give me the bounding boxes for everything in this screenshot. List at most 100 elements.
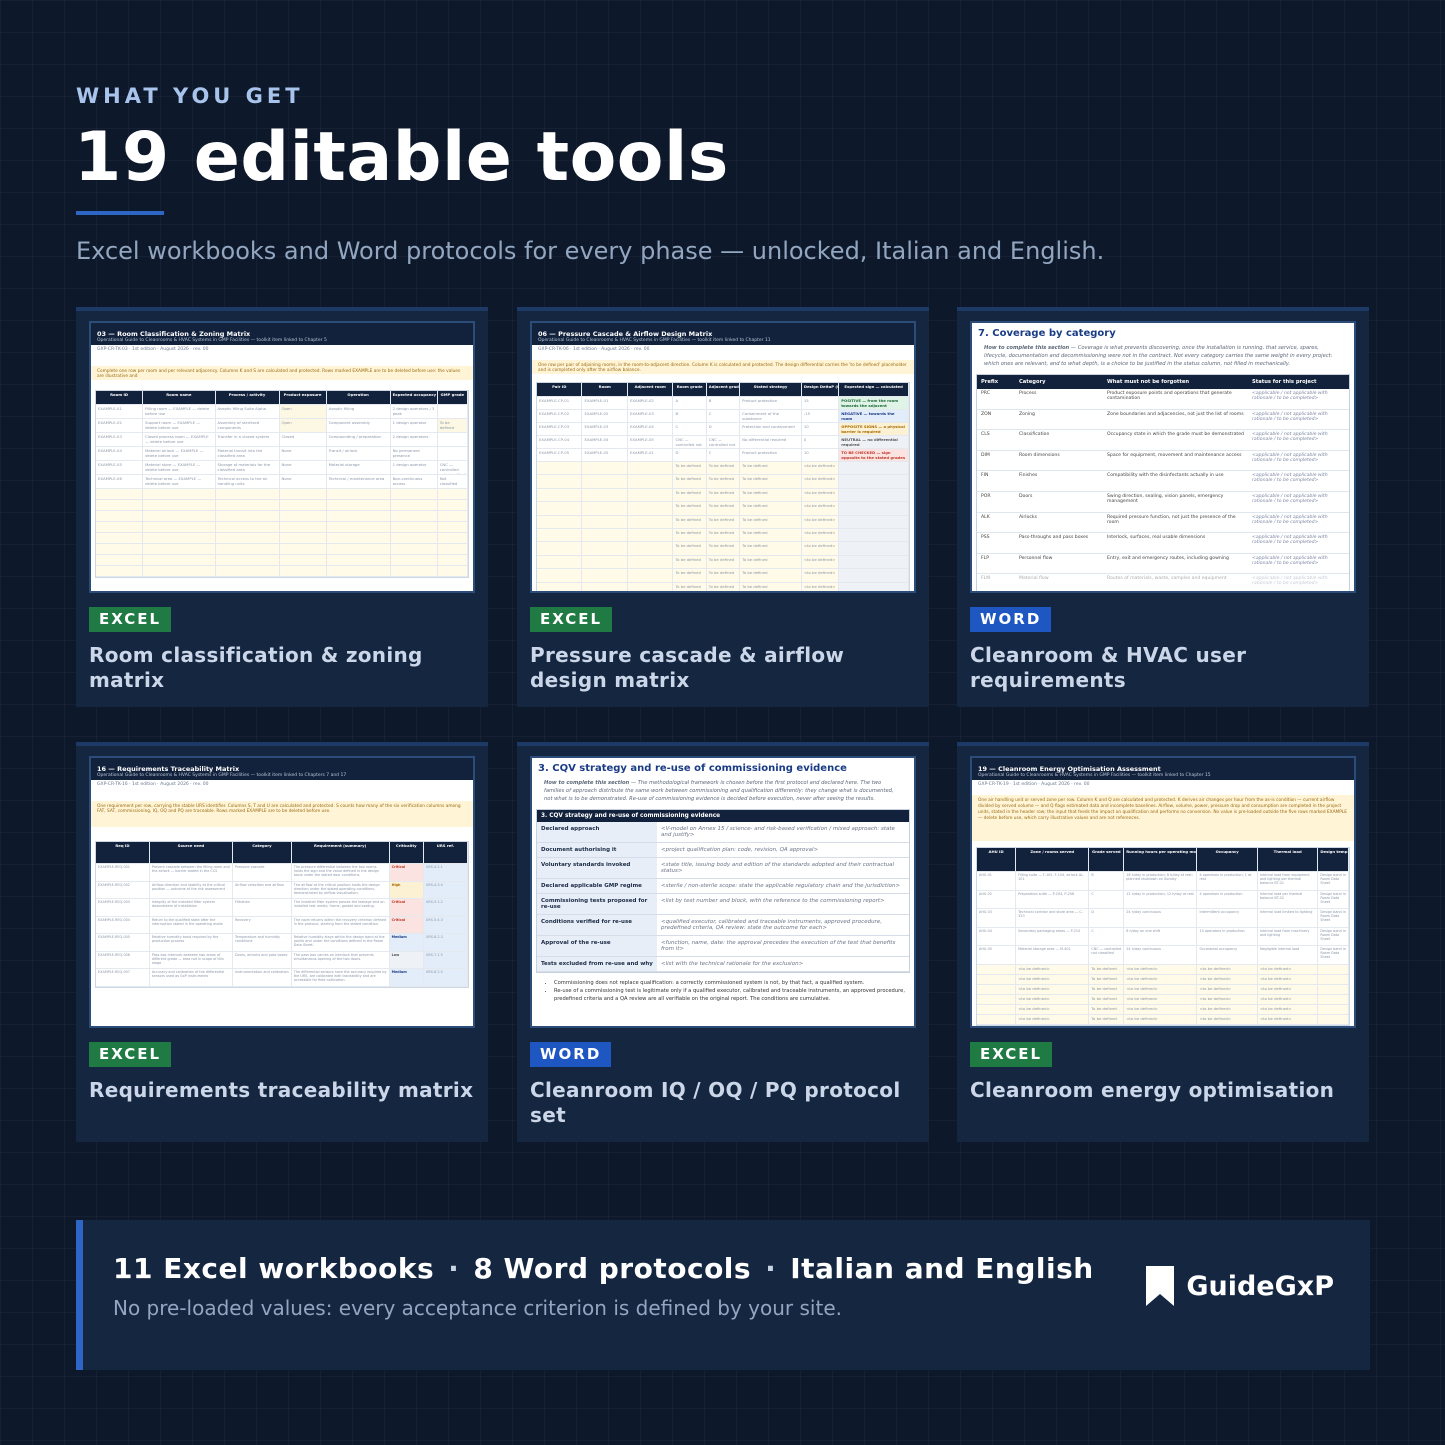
brand-logo[interactable]: GuideGxP [1146,1266,1334,1306]
preview-cell: To be defined [1089,994,1125,1004]
preview-cell: To be defined [673,502,707,515]
preview-cell: The differential sensors have the accura… [292,969,390,986]
preview-table-row: POR Doors Swing direction, sealing, vision… [977,492,1349,513]
preview-cell [96,533,144,543]
preview-cell: The airflow at the critical position hol… [292,881,390,898]
preview-cell: EXAMPLE-REQ-006 [96,951,150,968]
preview-empty-row: <to be defined> To be defined <to be defin… [977,1004,1349,1015]
preview-cell: EXAMPLE-REQ-007 [96,969,150,986]
tool-card-iq-oq-pq[interactable]: 3. CQV strategy and re-use of commission… [517,742,929,1142]
preview-cell: The pass box carries an interlock that p… [292,951,390,968]
preview-cell: To be defined [437,419,468,432]
preview-cell: 16 h/day in production; 8 h/day at rest;… [1124,872,1198,890]
preview-cell: 15 [802,397,840,409]
preview-table-row: AHU-01 Filling suite — F-102, F-104, airl… [977,872,1349,891]
preview-cell [582,569,628,582]
preview-cell: CNC — controlled not classified [673,436,707,448]
preview-cell: URS-5.4.3 [423,916,468,933]
preview-cell: Material transit into the classified are… [216,447,280,460]
preview-cell: ZON [981,411,992,417]
tool-card-user-requirements[interactable]: 7. Coverage by category How to complete … [957,307,1369,707]
preview-cell: Airlocks [1019,514,1037,520]
preview-cell: Closed process room — EXAMPLE — delete b… [143,433,216,446]
preview-cell [96,500,144,510]
preview-cell: Required pressure function, not just the… [1107,514,1236,525]
preview-table-row: EXAMPLE-04 Material airlock — EXAMPLE — d… [96,447,468,461]
preview-cell: To be defined [706,488,741,502]
tool-card-pressure-cascade[interactable]: 06 — Pressure Cascade & Airflow Design M… [517,307,929,707]
word-badge: WORD [970,607,1052,632]
preview-cell: 24 h/day continuous [1124,909,1198,927]
preview-cell: AHU-03 [977,909,1017,927]
preview-cell [279,533,327,543]
preview-table-row: EXAMPLE-02 Support room — EXAMPLE — delet… [96,419,468,433]
preview-col: Expected occupancy [391,391,438,404]
preview-cell [627,462,674,475]
preview-cell [390,544,438,554]
preview-cell: <to be defined> [1016,964,1090,974]
preview-cell: URS-4.2.1 [423,864,468,881]
preview-cell [627,475,674,488]
preview-cell: Intermittent occupancy [1197,909,1258,927]
preview-empty-row: To be defined To be defined To be defined <… [537,502,909,516]
preview-table-row: FIN Finishes Compatibility with the disinf… [977,471,1349,492]
preview-cell: Product protection [740,397,802,409]
preview-cell: EXAMPLE-03 [582,423,628,435]
preview-cell: Integrity of the installed filter system… [150,899,234,916]
preview-heading: 7. Coverage by category [978,328,1116,339]
preview-cell: To be defined [706,475,741,488]
preview-table-row: AHU-05 Material storage area — M-401 CNC —… [977,946,1349,965]
preview-cell: Open [279,405,327,418]
preview-cell: Tests excluded from re-use and why [537,957,657,971]
preview-empty-row: To be defined To be defined To be defined <… [537,569,909,583]
preview-cell [390,555,438,565]
preview-cell: Material storage area — M-401 [1016,946,1090,964]
preview-cell [143,533,216,543]
preview-subheading: Operational Guide to Cleanrooms & HVAC S… [972,771,1354,780]
tool-card-energy-optimisation[interactable]: 19 — Cleanroom Energy Optimisation Asses… [957,742,1369,1142]
preview-cell [390,511,438,521]
preview-cell: <to be defined> [1016,974,1090,984]
languages: Italian and English [790,1252,1094,1285]
excel-count: 11 Excel workbooks [113,1252,435,1285]
preview-cell [1318,994,1349,1004]
preview-cell: EXAMPLE-CP-05 [537,449,583,461]
preview-cell: Negligible internal load [1258,946,1319,964]
separator: · [765,1252,777,1285]
preview-cell: Containment of the substance [740,410,802,422]
preview-empty-row: To be defined To be defined To be defined <… [537,542,909,556]
preview-cell: EXAMPLE-01 [628,449,674,461]
preview-table-row: EXAMPLE-CP-03 EXAMPLE-03 EXAMPLE-04 C D Prote… [537,423,909,436]
preview-cell [627,515,674,528]
preview-table-row: Declared applicable GMP regime <sterile /… [537,879,909,894]
tool-card-traceability[interactable]: 16 — Requirements Traceability Matrix Op… [76,742,488,1142]
preview-cell [537,475,583,488]
tool-card-room-classification[interactable]: 03 — Room Classification & Zoning Matrix… [76,307,488,707]
preview-col: Criticality [390,842,424,863]
preview-cell [537,462,583,475]
preview-cell: URS-6.2.3 [423,934,468,951]
preview-cell: Product protection [740,449,802,461]
word-count: 8 Word protocols [473,1252,752,1285]
preview-cell [537,528,583,542]
preview-col: Operation [327,391,391,404]
preview-cell: Commissioning tests proposed for re-use [537,894,657,914]
page-title: 19 editable tools [74,118,729,197]
preview-empty-row: To be defined To be defined To be defined <… [537,462,909,476]
preview-cell: To be defined [1089,1014,1125,1024]
preview-cell: <to be defined> [1016,1014,1090,1024]
preview-cell [143,522,216,532]
preview-intro-label: How to complete this section [544,780,630,786]
preview-cell: Occupancy state in which the grade must … [1107,432,1244,438]
preview-cell [143,566,216,576]
preview-col: GMP grade [438,391,468,404]
preview-cell: EXAMPLE-CP-02 [537,410,583,422]
preview-cell: Room dimensions [1019,452,1060,458]
preview-col: Room grade [673,383,707,396]
preview-cell: OPPOSITE SIGNS — a physical barrier is r… [839,423,909,435]
preview-cell: To be defined [740,582,802,591]
preview-cell: Technical access to the air handling uni… [216,475,280,488]
preview-cell: NEUTRAL — no differential required [839,436,909,448]
preview-table-row: Conditions verified for re-use <qualified… [537,915,909,936]
preview-table-row: AHU-04 Secondary packaging areas — P-210 C… [977,927,1349,947]
